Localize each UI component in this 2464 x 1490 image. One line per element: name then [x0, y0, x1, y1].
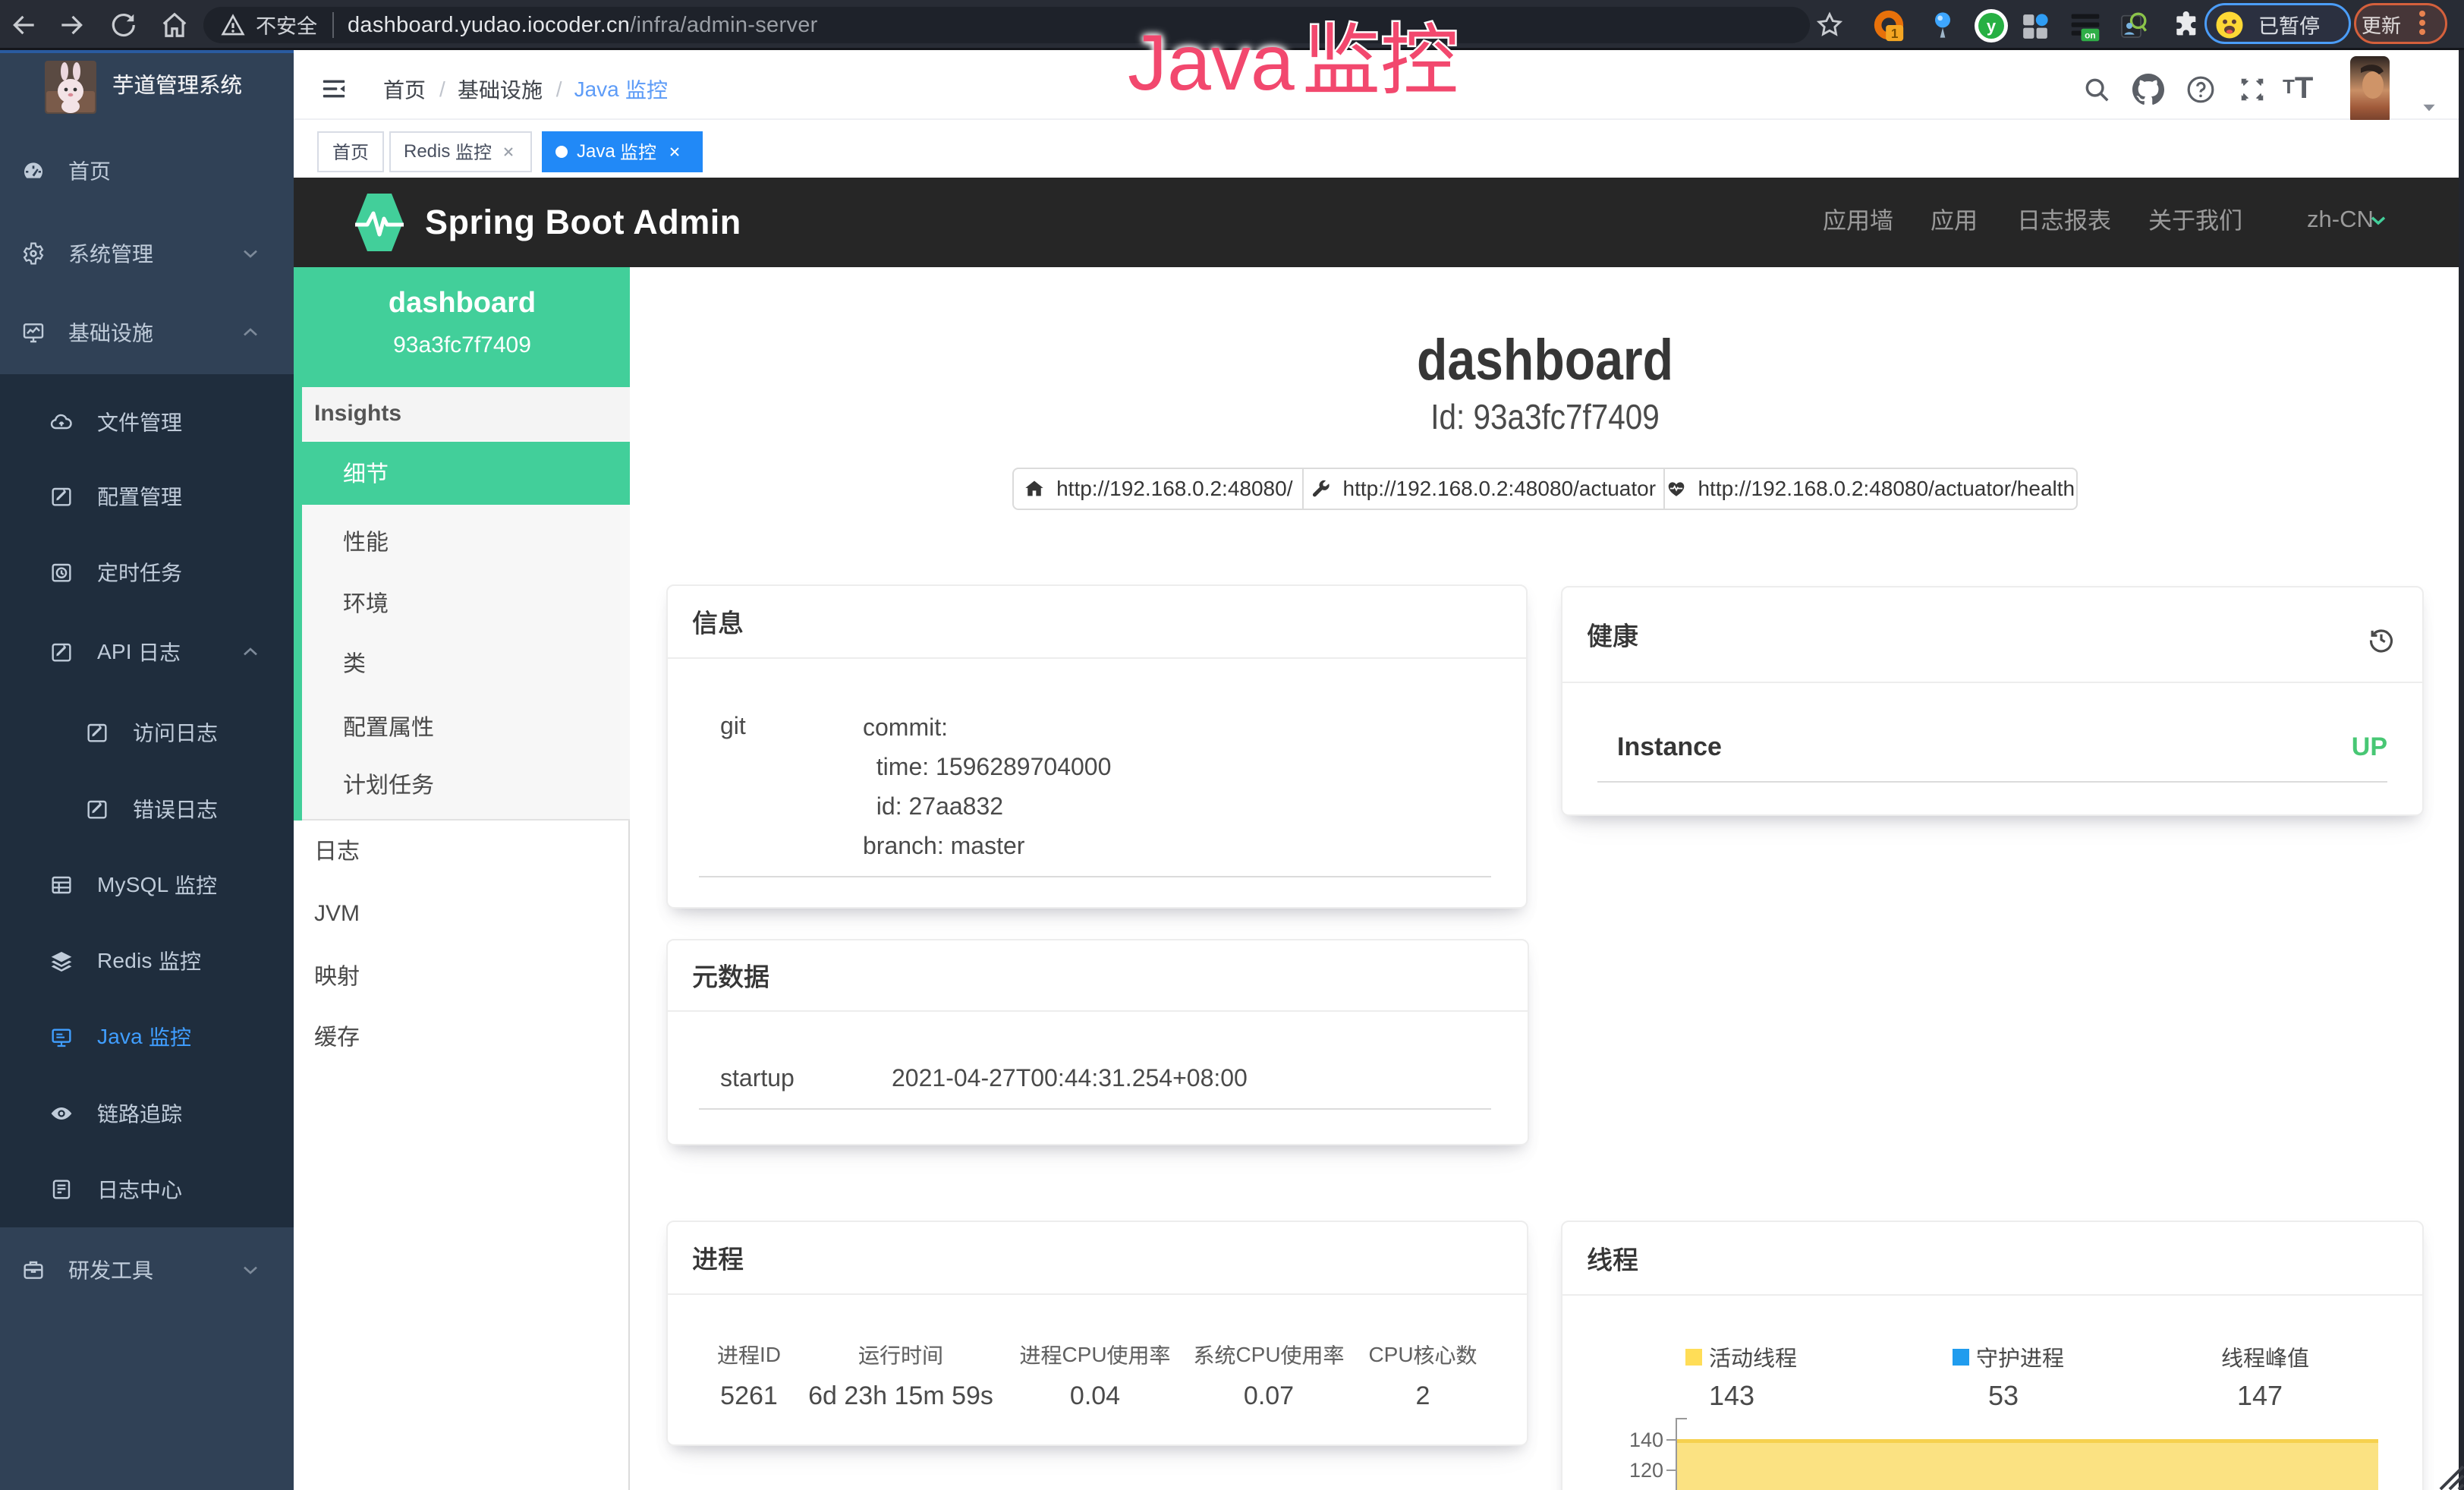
- svg-text:on: on: [2085, 30, 2096, 41]
- svg-text:1: 1: [1891, 26, 1899, 41]
- svg-text:y: y: [1987, 17, 1997, 36]
